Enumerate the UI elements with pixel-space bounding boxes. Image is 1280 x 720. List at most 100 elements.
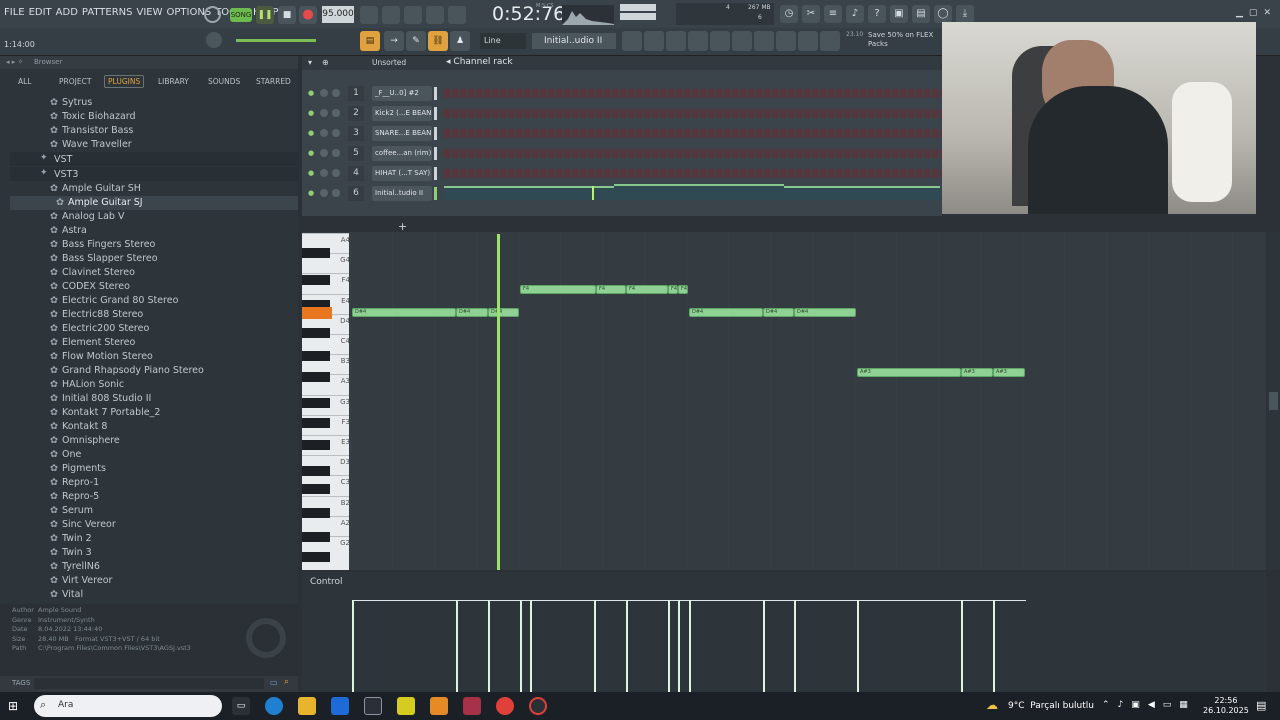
list-item[interactable]: ✿ Clavinet Stereo: [50, 267, 135, 278]
channel-row[interactable]: ● 4 HIHAT (...T SAY): [306, 166, 942, 182]
list-item[interactable]: ✿ Ample Guitar SJ: [56, 197, 143, 208]
chevron-up-icon[interactable]: ⌃: [1102, 700, 1110, 710]
list-item[interactable]: ✿ Toxic Biohazard: [50, 111, 136, 122]
step-edit-icon[interactable]: [426, 6, 444, 24]
black-key[interactable]: [302, 351, 330, 361]
notifications-icon[interactable]: ▤: [1256, 699, 1266, 712]
master-volume-bar[interactable]: [620, 4, 656, 11]
midi-note[interactable]: F4: [678, 285, 688, 294]
task-view-icon[interactable]: ▭: [232, 697, 250, 715]
project-browser-icon[interactable]: [798, 31, 818, 51]
store-icon[interactable]: [364, 697, 382, 715]
list-item[interactable]: ✿ Repro-1: [50, 477, 99, 488]
midi-note[interactable]: D#4: [689, 308, 763, 317]
list-item[interactable]: ✿ Sytrus: [50, 97, 92, 108]
list-item[interactable]: ✿ Initial 808 Studio II: [50, 393, 151, 404]
list-item[interactable]: ✿ Serum: [50, 505, 93, 516]
snap-mode-select[interactable]: Line: [480, 33, 526, 49]
channel-rack-icon[interactable]: [644, 31, 664, 51]
piano-keyboard-icon[interactable]: ▤: [360, 31, 380, 51]
tab-sounds[interactable]: SOUNDS: [208, 77, 240, 86]
pan-knob[interactable]: [320, 149, 328, 157]
tuner-icon[interactable]: [776, 31, 796, 51]
midi-note[interactable]: D#4: [794, 308, 856, 317]
keyboard-icon[interactable]: ▦: [1179, 700, 1188, 710]
velocity-bar[interactable]: [794, 600, 796, 692]
pattern-song-indicator-icon[interactable]: [204, 6, 221, 23]
browser-header-icons[interactable]: ◂ ▸ ✧: [6, 58, 23, 66]
list-item[interactable]: ✿ Bass Slapper Stereo: [50, 253, 158, 264]
weather-text[interactable]: 9°C Parçalı bulutlu: [1008, 701, 1094, 711]
black-key[interactable]: [302, 552, 330, 562]
plugin-picker-icon[interactable]: [732, 31, 752, 51]
list-item[interactable]: ✿ Twin 3: [50, 547, 92, 558]
pencil-icon[interactable]: ✎: [406, 31, 426, 51]
touch-keyboard-icon[interactable]: [754, 31, 774, 51]
list-item[interactable]: ✿ Virt Vereor: [50, 575, 112, 586]
list-item[interactable]: ✿ TyrellN6: [50, 561, 100, 572]
list-item[interactable]: ✿ Element Stereo: [50, 337, 135, 348]
black-key[interactable]: [302, 398, 330, 408]
channel-led-icon[interactable]: ●: [308, 169, 314, 177]
menu-patterns[interactable]: PATTERNS: [82, 7, 133, 18]
velocity-bar[interactable]: [594, 600, 596, 692]
list-item[interactable]: ✿ CODEX Stereo: [50, 281, 130, 292]
midi-note[interactable]: D#4: [352, 308, 456, 317]
vertical-scrollbar[interactable]: [1267, 232, 1280, 570]
list-item[interactable]: ✿ Sinc Vereor: [50, 519, 116, 530]
render-icon[interactable]: ▤: [912, 5, 930, 23]
channel-row[interactable]: ● 5 coffee...an (rim): [306, 146, 942, 162]
velocity-bar[interactable]: [488, 600, 490, 692]
list-item[interactable]: ✿ Wave Traveller: [50, 139, 132, 150]
fl-studio-icon[interactable]: [430, 697, 448, 715]
loop-record-icon[interactable]: [448, 6, 466, 24]
channel-name-button[interactable]: Initial..tudio II: [372, 186, 432, 201]
tag-edit-icon[interactable]: ▭: [270, 678, 278, 687]
black-key[interactable]: [302, 275, 330, 285]
file-explorer-icon[interactable]: [298, 697, 316, 715]
taskbar-clock[interactable]: 22:56 26.10.2025: [1203, 696, 1249, 716]
channel-row[interactable]: ● 3 SNARE...E BEAN): [306, 126, 942, 142]
channel-name-button[interactable]: SNARE...E BEAN): [372, 126, 432, 141]
clock-icon[interactable]: ◷: [780, 5, 798, 23]
flex-banner[interactable]: Save 50% on FLEX Packs: [846, 31, 940, 49]
midi-note[interactable]: D#4: [456, 308, 488, 317]
tempo-display[interactable]: 95.000: [322, 6, 354, 23]
velocity-bar[interactable]: [530, 600, 532, 692]
velocity-bar[interactable]: [689, 600, 691, 692]
velocity-bar[interactable]: [857, 600, 859, 692]
metronome-icon[interactable]: [360, 6, 378, 24]
piano-roll-preview[interactable]: [444, 184, 940, 200]
maximize-icon[interactable]: ▢: [1249, 8, 1258, 18]
search-icon[interactable]: ⌕: [284, 677, 289, 687]
channel-select-indicator[interactable]: [434, 87, 437, 100]
battery-icon[interactable]: ▭: [1163, 700, 1172, 710]
midi-note[interactable]: D#4: [488, 308, 519, 317]
network-icon[interactable]: ▣: [1131, 700, 1140, 710]
channel-select-indicator[interactable]: [434, 167, 437, 180]
velocity-bar[interactable]: [993, 600, 995, 692]
tab-starred[interactable]: STARRED: [256, 77, 291, 86]
mixer-window-icon[interactable]: [688, 31, 708, 51]
windows-start-icon[interactable]: ⊞: [8, 699, 18, 713]
tags-input[interactable]: [34, 678, 264, 689]
black-key[interactable]: [302, 466, 330, 476]
midi-note[interactable]: A#3: [961, 368, 993, 377]
help-icon[interactable]: ?: [868, 5, 886, 23]
list-item[interactable]: ✿ Bass Fingers Stereo: [50, 239, 155, 250]
step-sequencer[interactable]: [444, 169, 942, 178]
midi-note[interactable]: F4: [626, 285, 668, 294]
folder-vst3[interactable]: ✦ VST3: [10, 167, 298, 181]
list-item[interactable]: ✿ Astra: [50, 225, 87, 236]
highlighted-key[interactable]: [302, 307, 332, 319]
velocity-bar[interactable]: [352, 600, 354, 692]
channel-led-icon[interactable]: ●: [308, 89, 314, 97]
list-item[interactable]: ✿ Flow Motion Stereo: [50, 351, 153, 362]
song-mode-button[interactable]: SONG: [230, 8, 252, 22]
channel-name-button[interactable]: Kick2 (...E BEAN): [372, 106, 432, 121]
microphone-tray-icon[interactable]: ♪: [1118, 700, 1124, 710]
mixer-track-number[interactable]: 5: [348, 146, 364, 161]
channel-select-indicator[interactable]: [434, 127, 437, 140]
channel-led-icon[interactable]: ●: [308, 189, 314, 197]
list-item[interactable]: ✿ Analog Lab V: [50, 211, 124, 222]
